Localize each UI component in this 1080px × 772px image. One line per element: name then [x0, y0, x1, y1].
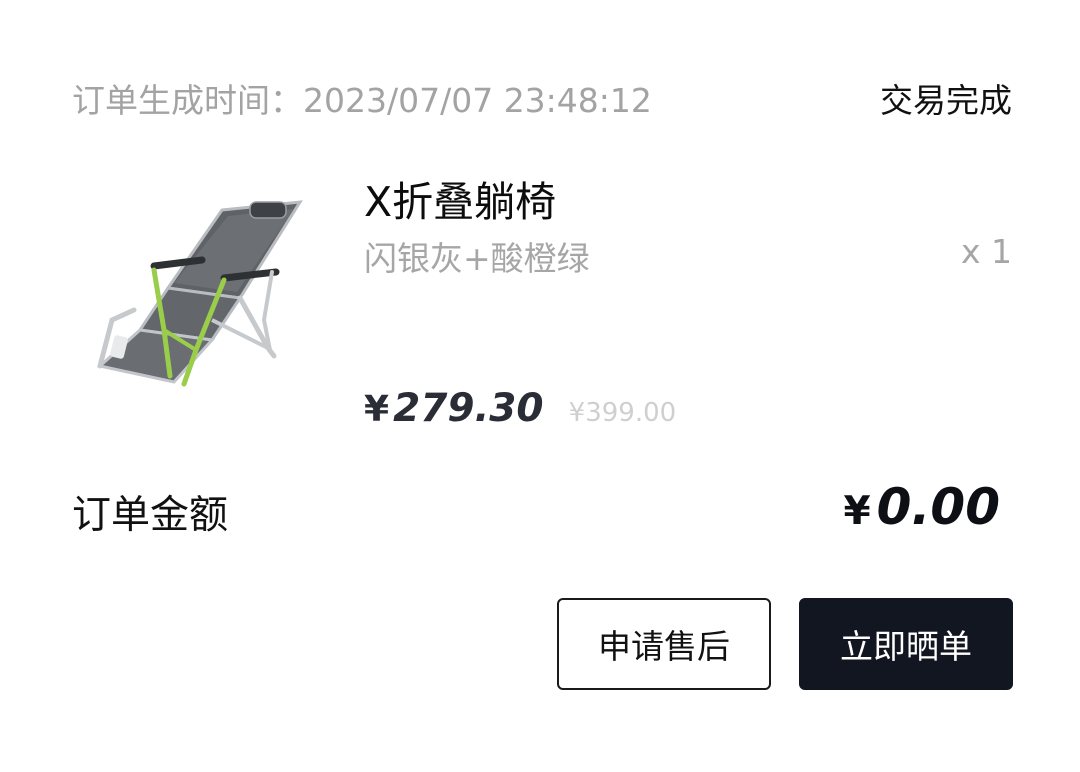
order-status: 交易完成 [880, 81, 1012, 120]
price-row: ¥279.30 ¥399.00 [364, 386, 676, 436]
original-price: ¥399.00 [568, 398, 677, 428]
apply-after-sale-button[interactable]: 申请售后 [557, 598, 771, 690]
folding-lounge-chair-image [96, 200, 303, 387]
total-currency-symbol: ¥ [843, 489, 871, 534]
current-price-value: 279.30 [393, 386, 544, 431]
order-time-label: 订单生成时间： [72, 81, 303, 120]
order-card[interactable]: 订单生成时间：2023/07/07 23:48:12 交易完成 X折叠躺椅 闪银… [0, 0, 1080, 772]
product-title[interactable]: X折叠躺椅 [364, 168, 556, 228]
currency-symbol: ¥ [364, 389, 390, 430]
share-review-button[interactable]: 立即晒单 [799, 598, 1013, 690]
current-price: ¥279.30 [364, 386, 544, 431]
product-quantity: x 1 [960, 232, 1012, 271]
order-total-label: 订单金额 [72, 493, 229, 538]
product-thumbnail[interactable] [72, 180, 322, 410]
product-spec: 闪银灰+酸橙绿 [364, 239, 590, 278]
order-time: 订单生成时间：2023/07/07 23:48:12 [72, 74, 652, 122]
order-time-value: 2023/07/07 23:48:12 [303, 81, 652, 120]
order-total-value: ¥0.00 [843, 478, 1000, 536]
total-amount: 0.00 [876, 478, 1000, 536]
